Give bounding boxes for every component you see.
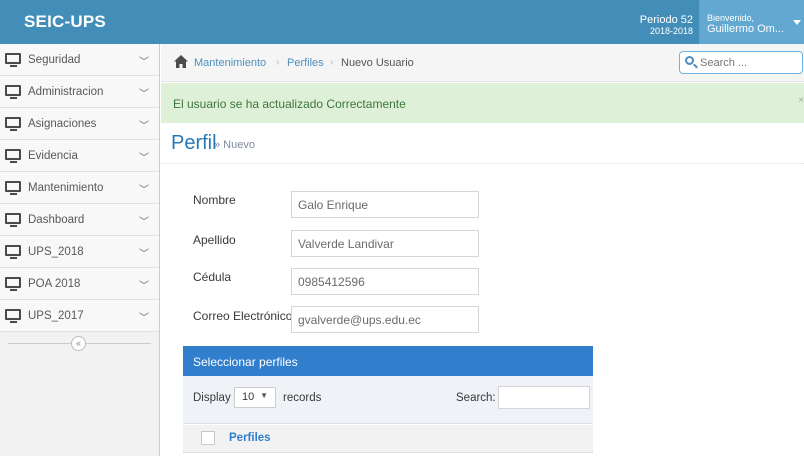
desktop-icon [5, 117, 21, 131]
chevron-down-icon: ﹀ [139, 89, 149, 100]
page-size-value: 10 [242, 391, 255, 403]
display-label: Display [193, 392, 231, 404]
chevron-down-icon: ﹀ [139, 281, 149, 292]
periodo-years: 2018-2018 [649, 26, 693, 36]
sidebar-item-label: Evidencia [28, 150, 78, 162]
correo-field[interactable]: gvalverde@ups.edu.ec [291, 306, 479, 333]
sidebar: Seguridad ﹀ Administracion ﹀ Asignacione… [0, 44, 160, 456]
chevron-down-icon: ﹀ [139, 249, 149, 260]
chevron-down-icon: ﹀ [139, 121, 149, 132]
home-icon[interactable] [174, 55, 188, 68]
desktop-icon [5, 277, 21, 291]
nav-search[interactable] [679, 51, 803, 74]
page-size-select[interactable]: 10 ▼ [234, 387, 276, 408]
apellido-field[interactable]: Valverde Landivar [291, 230, 479, 257]
caret-down-icon [793, 20, 801, 25]
records-label: records [283, 392, 322, 404]
select-all-checkbox[interactable] [201, 431, 215, 445]
cedula-field[interactable]: 0985412596 [291, 268, 479, 295]
alert-close-button[interactable]: × [798, 95, 804, 106]
sidebar-item-label: POA 2018 [28, 278, 81, 290]
column-header-perfiles[interactable]: Perfiles [229, 432, 271, 444]
navbar: SEIC-UPS Periodo 52 2018-2018 Bienvenido… [0, 0, 804, 44]
desktop-icon [5, 245, 21, 259]
sidebar-item-dashboard[interactable]: Dashboard ﹀ [0, 204, 159, 236]
sidebar-item-label: Administracion [28, 86, 104, 98]
desktop-icon [5, 309, 21, 323]
periodo-indicator: Periodo 52 2018-2018 [634, 0, 700, 44]
breadcrumb-current: Nuevo Usuario [341, 57, 414, 69]
sidebar-item-label: UPS_2018 [28, 246, 84, 258]
sidebar-item-label: UPS_2017 [28, 310, 84, 322]
chevron-down-icon: ﹀ [139, 217, 149, 228]
breadcrumb-mantenimiento[interactable]: Mantenimiento [194, 57, 266, 69]
desktop-icon [5, 149, 21, 163]
sidebar-item-ups-2017[interactable]: UPS_2017 ﹀ [0, 300, 159, 332]
welcome-label: Bienvenido, [707, 13, 755, 23]
sidebar-item-asignaciones[interactable]: Asignaciones ﹀ [0, 108, 159, 140]
sidebar-item-label: Mantenimiento [28, 182, 104, 194]
breadcrumb: Mantenimiento › Perfiles › Nuevo Usuario [161, 44, 804, 82]
periodo-label: Periodo 52 [639, 14, 693, 26]
sidebar-item-label: Dashboard [28, 214, 85, 226]
search-input[interactable] [700, 55, 798, 70]
desktop-icon [5, 213, 21, 227]
brand-logo[interactable]: SEIC-UPS [24, 12, 106, 32]
profiles-table-toolbar: Display 10 ▼ records Search: [183, 376, 593, 424]
user-menu-button[interactable]: Bienvenido, Guillermo Om... [700, 0, 804, 44]
dropdown-arrow-icon: ▼ [260, 391, 268, 400]
chevron-down-icon: ﹀ [139, 153, 149, 164]
profiles-widget-header: Seleccionar perfiles [183, 346, 593, 376]
sidebar-item-ups-2018[interactable]: UPS_2018 ﹀ [0, 236, 159, 268]
desktop-icon [5, 53, 21, 67]
chevron-down-icon: ﹀ [139, 313, 149, 324]
sidebar-item-administracion[interactable]: Administracion ﹀ [0, 76, 159, 108]
nombre-field[interactable]: Galo Enrique [291, 191, 479, 218]
alert-message: El usuario se ha actualizado Correctamen… [173, 97, 406, 111]
desktop-icon [5, 85, 21, 99]
desktop-icon [5, 181, 21, 195]
apellido-label: Apellido [193, 233, 236, 247]
cedula-label: Cédula [193, 270, 232, 284]
sidebar-item-evidencia[interactable]: Evidencia ﹀ [0, 140, 159, 172]
breadcrumb-separator: › [276, 57, 280, 68]
collapse-sidebar-button[interactable]: « [71, 336, 86, 351]
breadcrumb-separator: › [330, 57, 334, 68]
search-icon [685, 56, 694, 65]
sidebar-collapse: « [0, 332, 159, 354]
sidebar-item-seguridad[interactable]: Seguridad ﹀ [0, 44, 159, 76]
correo-label: Correo Electrónico [193, 309, 293, 323]
page-header: Perfil » Nuevo [161, 124, 804, 164]
sidebar-item-poa-2018[interactable]: POA 2018 ﹀ [0, 268, 159, 300]
nombre-label: Nombre [193, 193, 236, 207]
success-alert: El usuario se ha actualizado Correctamen… [161, 83, 804, 123]
chevron-down-icon: ﹀ [139, 57, 149, 68]
table-search-label: Search: [456, 392, 496, 404]
chevron-down-icon: ﹀ [139, 185, 149, 196]
table-search-input[interactable] [498, 386, 590, 409]
sidebar-item-label: Asignaciones [28, 118, 97, 130]
page-subtitle: » Nuevo [214, 139, 255, 151]
profiles-table-header: Perfiles [183, 425, 593, 453]
page-title: Perfil [171, 132, 217, 154]
user-name: Guillermo Om... [707, 23, 785, 35]
sidebar-item-mantenimiento[interactable]: Mantenimiento ﹀ [0, 172, 159, 204]
breadcrumb-perfiles[interactable]: Perfiles [287, 57, 324, 69]
sidebar-item-label: Seguridad [28, 54, 81, 66]
